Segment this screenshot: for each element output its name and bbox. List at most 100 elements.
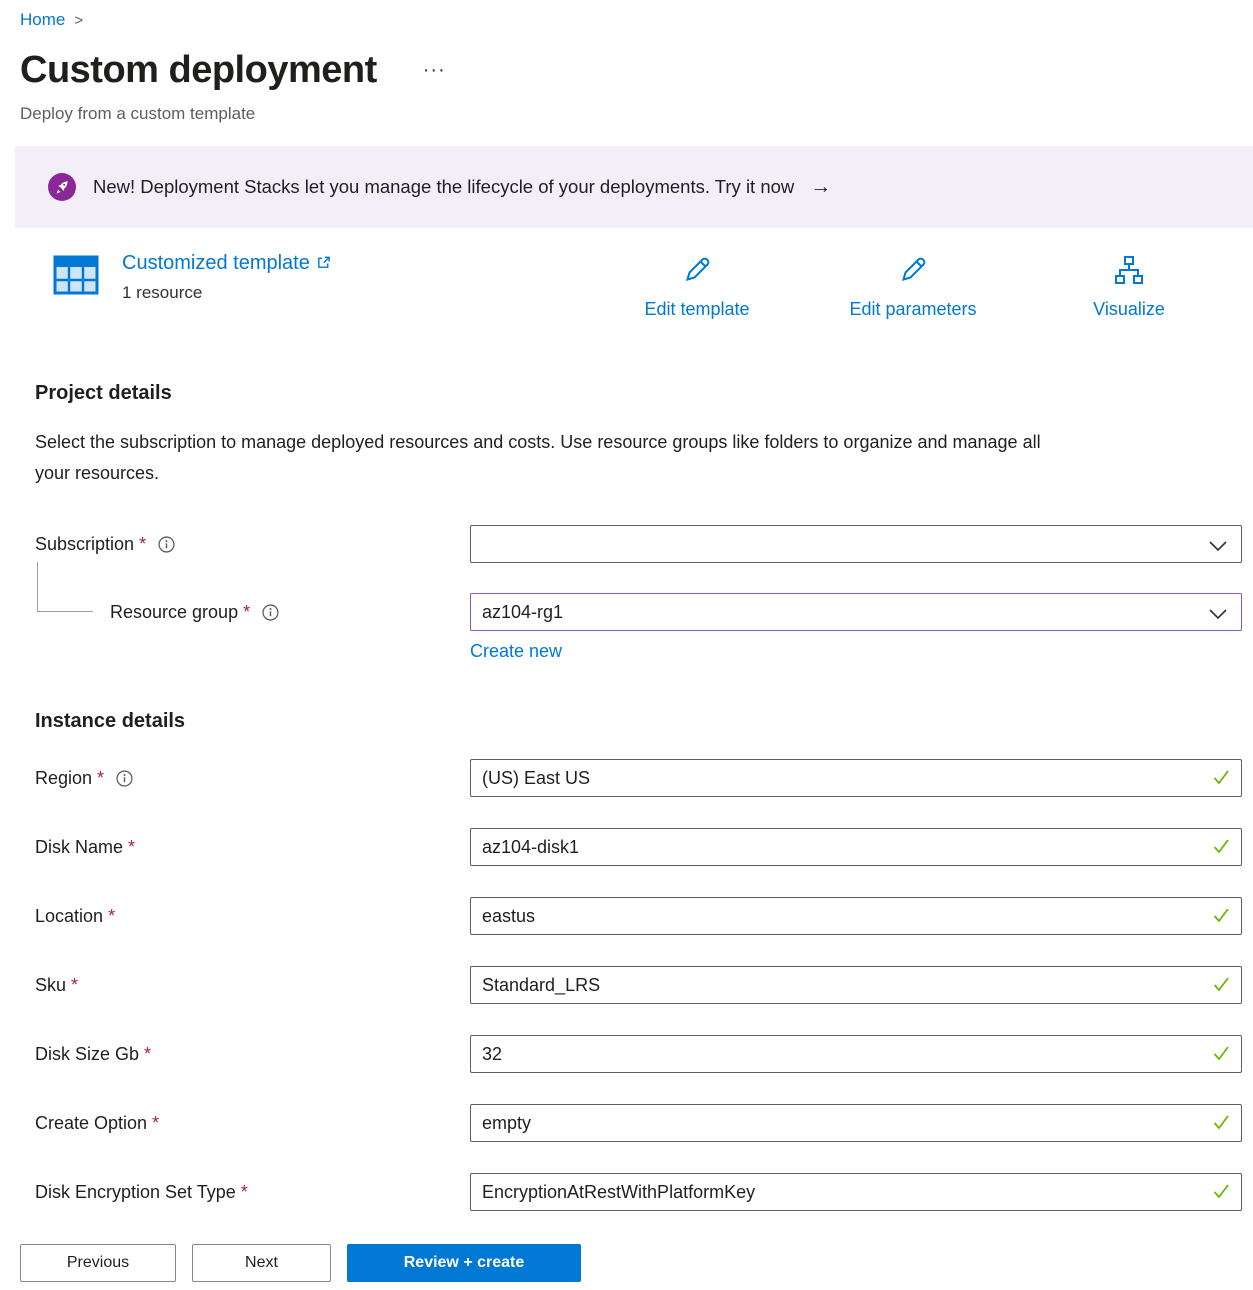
valid-checkmark-icon (1212, 1183, 1231, 1205)
resource-count: 1 resource (122, 283, 331, 303)
disk-encryption-set-type-row: Disk Encryption Set Type * (35, 1173, 1242, 1211)
banner-arrow-icon[interactable]: → (810, 175, 831, 199)
disk-size-gb-label-text: Disk Size Gb (35, 1044, 139, 1065)
region-input[interactable] (470, 759, 1242, 797)
page-title: Custom deployment (20, 46, 377, 94)
resource-group-value: az104-rg1 (482, 602, 563, 623)
region-label: Region * (35, 759, 470, 797)
edit-template-label: Edit template (644, 299, 749, 320)
subscription-label-text: Subscription (35, 534, 134, 555)
required-asterisk: * (108, 906, 115, 927)
required-asterisk: * (128, 837, 135, 858)
subscription-combobox[interactable] (470, 525, 1242, 563)
template-grid-icon (52, 252, 100, 303)
info-icon[interactable] (116, 770, 133, 787)
location-label-text: Location (35, 906, 103, 927)
sku-label-text: Sku (35, 975, 66, 996)
template-text: Customized template 1 resource (122, 252, 331, 303)
banner-message: New! Deployment Stacks let you manage th… (93, 176, 794, 198)
title-row: Custom deployment ··· (20, 46, 1253, 94)
visualize-button[interactable]: Visualize (1059, 254, 1199, 320)
valid-checkmark-icon (1212, 976, 1231, 998)
required-asterisk: * (152, 1113, 159, 1134)
resource-group-label-text: Resource group (110, 602, 238, 623)
subscription-label: Subscription * (35, 525, 470, 563)
org-chart-icon (1113, 254, 1145, 291)
disk-name-row: Disk Name * (35, 828, 1242, 866)
visualize-label: Visualize (1093, 299, 1165, 320)
disk-encryption-set-type-input-wrap (470, 1173, 1242, 1211)
announcement-banner[interactable]: New! Deployment Stacks let you manage th… (15, 146, 1253, 228)
customized-template-link[interactable]: Customized template (122, 252, 331, 276)
rocket-icon (48, 173, 76, 201)
project-details-heading: Project details (35, 382, 1242, 405)
disk-encryption-set-type-input[interactable] (470, 1173, 1242, 1211)
tree-connector (37, 562, 93, 612)
project-details-description: Select the subscription to manage deploy… (35, 427, 1075, 489)
resource-group-row: Resource group * az104-rg1 (35, 593, 1242, 631)
review-create-button[interactable]: Review + create (347, 1244, 581, 1282)
disk-size-gb-input[interactable] (470, 1035, 1242, 1073)
chevron-down-icon[interactable] (1208, 605, 1228, 626)
disk-size-gb-row: Disk Size Gb * (35, 1035, 1242, 1073)
disk-name-label-text: Disk Name (35, 837, 123, 858)
location-label: Location * (35, 897, 470, 935)
instance-details-fields: Region * Disk Name (35, 759, 1242, 1211)
sku-label: Sku * (35, 966, 470, 1004)
valid-checkmark-icon (1212, 769, 1231, 791)
footer-bar: Previous Next Review + create (0, 1218, 1253, 1290)
disk-size-gb-input-wrap (470, 1035, 1242, 1073)
create-option-input-wrap (470, 1104, 1242, 1142)
next-button[interactable]: Next (192, 1244, 331, 1282)
disk-encryption-set-type-label: Disk Encryption Set Type * (35, 1173, 470, 1211)
required-asterisk: * (71, 975, 78, 996)
edit-template-button[interactable]: Edit template (617, 254, 777, 320)
previous-button[interactable]: Previous (20, 1244, 176, 1282)
sku-input-wrap (470, 966, 1242, 1004)
sku-input[interactable] (470, 966, 1242, 1004)
resource-group-combobox[interactable]: az104-rg1 (470, 593, 1242, 631)
create-option-input[interactable] (470, 1104, 1242, 1142)
breadcrumb-home-link[interactable]: Home (20, 10, 65, 30)
page-subtitle: Deploy from a custom template (20, 104, 1253, 124)
required-asterisk: * (139, 534, 146, 555)
disk-name-input-wrap (470, 828, 1242, 866)
valid-checkmark-icon (1212, 1045, 1231, 1067)
disk-name-input[interactable] (470, 828, 1242, 866)
disk-encryption-set-type-label-text: Disk Encryption Set Type (35, 1182, 236, 1203)
disk-size-gb-label: Disk Size Gb * (35, 1035, 470, 1073)
breadcrumb-separator: > (74, 12, 83, 29)
edit-parameters-label: Edit parameters (849, 299, 976, 320)
template-card: Customized template 1 resource Edit temp… (0, 250, 1253, 340)
info-icon[interactable] (262, 604, 279, 621)
edit-parameters-button[interactable]: Edit parameters (823, 254, 1003, 320)
info-icon[interactable] (158, 536, 175, 553)
required-asterisk: * (144, 1044, 151, 1065)
customized-template-link-label: Customized template (122, 252, 310, 275)
location-input[interactable] (470, 897, 1242, 935)
create-option-row: Create Option * (35, 1104, 1242, 1142)
location-row: Location * (35, 897, 1242, 935)
breadcrumb: Home > (20, 10, 1253, 30)
sku-row: Sku * (35, 966, 1242, 1004)
region-label-text: Region (35, 768, 92, 789)
pencil-icon (681, 254, 713, 291)
required-asterisk: * (243, 602, 250, 623)
more-options-button[interactable]: ··· (423, 59, 446, 82)
form-area: Project details Select the subscription … (0, 382, 1253, 1211)
disk-name-label: Disk Name * (35, 828, 470, 866)
chevron-down-icon[interactable] (1208, 537, 1228, 558)
instance-details-heading: Instance details (35, 710, 1242, 733)
create-new-row: Create new (35, 641, 1242, 662)
valid-checkmark-icon (1212, 838, 1231, 860)
create-option-label: Create Option * (35, 1104, 470, 1142)
region-row: Region * (35, 759, 1242, 797)
required-asterisk: * (97, 768, 104, 789)
create-new-link[interactable]: Create new (470, 641, 562, 662)
region-input-wrap (470, 759, 1242, 797)
valid-checkmark-icon (1212, 907, 1231, 929)
resource-group-label: Resource group * (35, 593, 470, 631)
location-input-wrap (470, 897, 1242, 935)
template-info: Customized template 1 resource (52, 252, 331, 303)
required-asterisk: * (241, 1182, 248, 1203)
